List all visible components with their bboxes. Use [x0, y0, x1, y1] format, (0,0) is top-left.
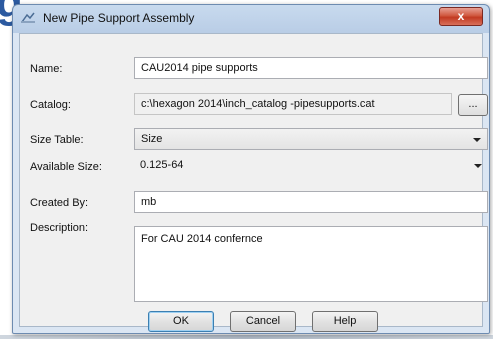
description-label: Description: [30, 222, 89, 234]
name-field[interactable]: CAU2014 pipe supports [134, 57, 488, 79]
chevron-down-icon [474, 164, 482, 168]
close-button[interactable]: x [439, 7, 483, 26]
catalog-label: Catalog: [30, 99, 71, 111]
background-edge [0, 335, 493, 339]
available-size-select[interactable]: 0.125-64 [134, 155, 488, 177]
chevron-down-icon [473, 138, 481, 142]
available-size-label: Available Size: [30, 161, 102, 173]
browse-catalog-button[interactable]: ... [458, 94, 488, 116]
new-pipe-support-assembly-dialog: New Pipe Support Assembly x Name: CAU201… [12, 4, 490, 334]
dialog-client-area: Name: CAU2014 pipe supports Catalog: c:\… [19, 33, 488, 332]
cancel-button[interactable]: Cancel [230, 311, 296, 332]
description-field[interactable]: For CAU 2014 confernce [134, 226, 488, 302]
ok-button[interactable]: OK [148, 311, 214, 332]
catalog-field: c:\hexagon 2014\inch_catalog -pipesuppor… [134, 93, 452, 115]
name-label: Name: [30, 63, 63, 75]
pipe-support-icon [21, 12, 35, 23]
created-by-field[interactable]: mb [134, 191, 488, 213]
size-table-select[interactable]: Size [134, 128, 488, 150]
created-by-label: Created By: [30, 197, 89, 209]
help-button[interactable]: Help [312, 311, 378, 332]
size-table-label: Size Table: [30, 134, 84, 146]
size-table-value: Size [141, 133, 163, 145]
close-icon: x [457, 9, 465, 23]
title-bar[interactable]: New Pipe Support Assembly x [13, 5, 489, 33]
dialog-title: New Pipe Support Assembly [43, 11, 195, 25]
available-size-value: 0.125-64 [140, 159, 184, 171]
